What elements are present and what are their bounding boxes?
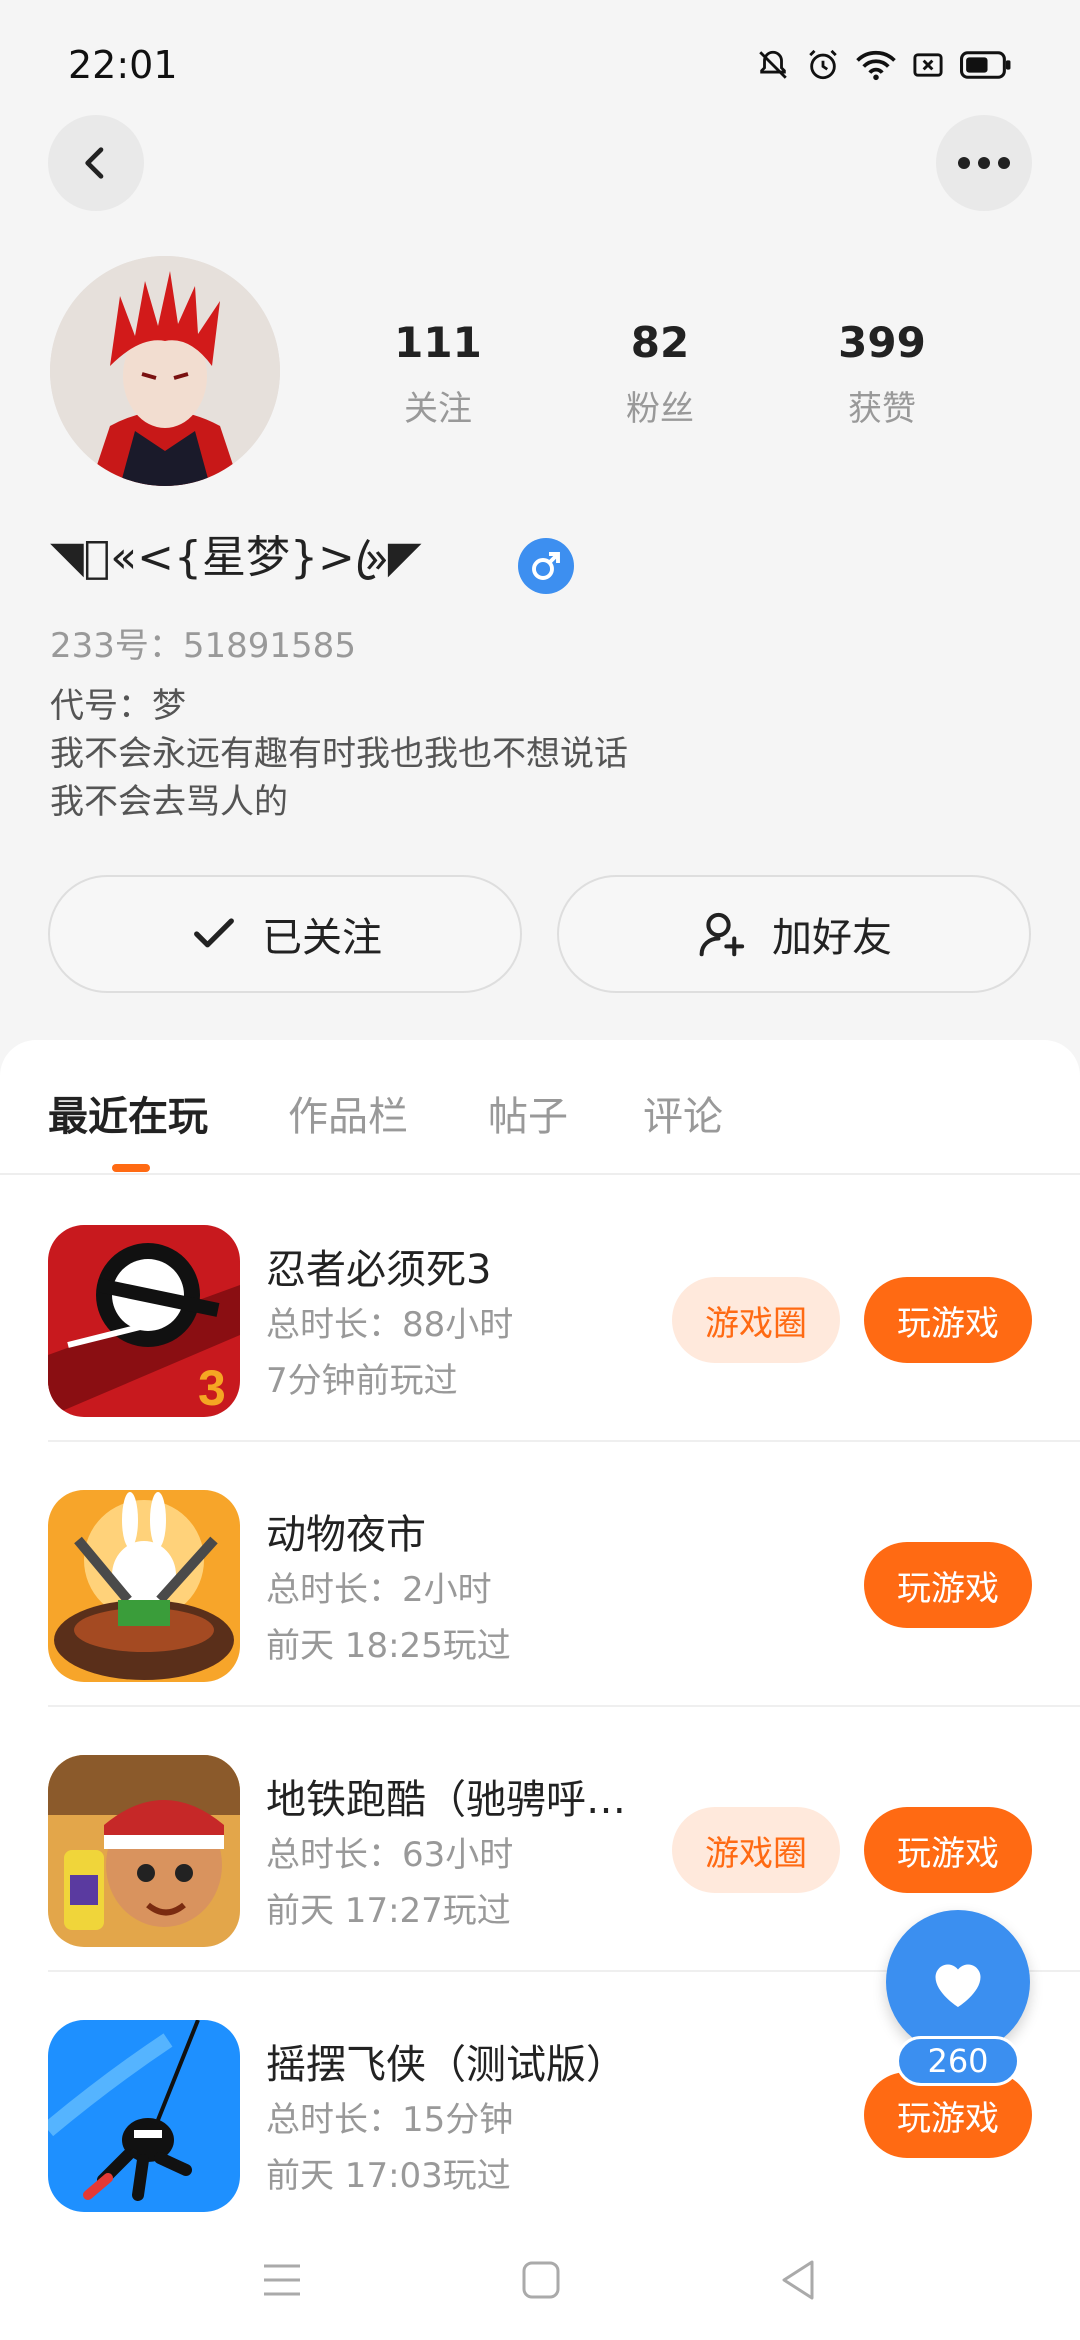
stat-likes-label: 获赞 bbox=[848, 389, 916, 429]
more-dots-icon bbox=[958, 157, 1010, 169]
chevron-left-icon bbox=[85, 147, 104, 179]
stat-fans[interactable]: 82 粉丝 bbox=[570, 318, 750, 430]
game-duration: 总时长：63小时 bbox=[266, 1835, 514, 1875]
account-id: 233号：51891585 bbox=[50, 626, 356, 666]
status-icons bbox=[756, 48, 1012, 82]
bio-line: 我不会永远有趣有时我也我也不想说话 bbox=[50, 734, 628, 774]
tab-indicator bbox=[112, 1164, 150, 1172]
game-last-played: 7分钟前玩过 bbox=[266, 1361, 458, 1401]
add-friend-button-label: 加好友 bbox=[772, 915, 892, 961]
status-time: 22:01 bbox=[68, 43, 178, 87]
stat-following[interactable]: 111 关注 bbox=[348, 318, 528, 430]
play-game-button[interactable]: 玩游戏 bbox=[864, 1277, 1032, 1363]
gender-male-icon bbox=[518, 538, 574, 594]
stat-following-label: 关注 bbox=[404, 389, 472, 429]
game-duration: 总时长：88小时 bbox=[266, 1305, 514, 1345]
stat-fans-count: 82 bbox=[630, 318, 690, 367]
tab-posts[interactable]: 帖子 bbox=[488, 1084, 568, 1142]
game-icon-ninja[interactable]: 3 bbox=[48, 1225, 240, 1417]
game-circle-button[interactable]: 游戏圈 bbox=[672, 1277, 840, 1363]
system-nav-bar bbox=[0, 2225, 1080, 2340]
back-triangle-icon bbox=[782, 2260, 814, 2300]
nav-menu-button[interactable] bbox=[252, 2250, 312, 2310]
like-button[interactable] bbox=[886, 1910, 1030, 2054]
game-last-played: 前天 18:25玩过 bbox=[266, 1626, 511, 1666]
menu-icon bbox=[264, 2264, 300, 2296]
game-last-played: 前天 17:03玩过 bbox=[266, 2156, 511, 2196]
play-game-button[interactable]: 玩游戏 bbox=[864, 1542, 1032, 1628]
tab-works[interactable]: 作品栏 bbox=[288, 1084, 408, 1142]
stat-likes-count: 399 bbox=[838, 318, 926, 367]
bell-off-icon bbox=[759, 50, 787, 79]
add-friend-button[interactable]: 加好友 bbox=[557, 875, 1031, 993]
game-title: 地铁跑酷（驰骋呼… bbox=[266, 1777, 626, 1823]
stat-following-count: 111 bbox=[394, 318, 482, 367]
game-duration: 总时长：2小时 bbox=[266, 1570, 492, 1610]
game-last-played: 前天 17:27玩过 bbox=[266, 1891, 511, 1931]
play-game-button[interactable]: 玩游戏 bbox=[864, 1807, 1032, 1893]
nav-home-button[interactable] bbox=[511, 2250, 571, 2310]
bio-line: 代号：梦 bbox=[50, 686, 186, 726]
game-row[interactable]: 3 忍者必须死3 总时长：88小时 7分钟前玩过 游戏圈 玩游戏 bbox=[0, 1177, 1080, 1442]
like-count-badge: 260 bbox=[896, 2036, 1020, 2086]
nickname: ◥ꦿ«<{星梦}>»ꦿ◤ bbox=[50, 532, 422, 583]
alarm-icon bbox=[809, 49, 837, 80]
game-icon-swing-hero[interactable] bbox=[48, 2020, 240, 2212]
nav-back-button[interactable] bbox=[768, 2250, 828, 2310]
bio-line: 我不会去骂人的 bbox=[50, 782, 288, 822]
battery-icon bbox=[960, 51, 1011, 79]
followed-button-label: 已关注 bbox=[262, 915, 382, 961]
sim-x-icon bbox=[913, 53, 943, 77]
followed-button[interactable]: 已关注 bbox=[48, 875, 522, 993]
profile-tabs: 最近在玩 作品栏 帖子 评论 bbox=[0, 1040, 1080, 1175]
back-button[interactable] bbox=[48, 115, 144, 211]
game-title: 动物夜市 bbox=[266, 1512, 426, 1558]
stat-fans-label: 粉丝 bbox=[626, 389, 694, 429]
game-icon-subway-surfers[interactable] bbox=[48, 1755, 240, 1947]
game-duration: 总时长：15分钟 bbox=[266, 2100, 514, 2140]
game-row[interactable]: 动物夜市 总时长：2小时 前天 18:25玩过 玩游戏 bbox=[0, 1442, 1080, 1707]
avatar[interactable] bbox=[50, 256, 280, 486]
stat-likes[interactable]: 399 获赞 bbox=[792, 318, 972, 430]
game-circle-button[interactable]: 游戏圈 bbox=[672, 1807, 840, 1893]
status-bar: 22:01 bbox=[0, 0, 1080, 130]
add-user-icon bbox=[699, 912, 745, 957]
tab-comments[interactable]: 评论 bbox=[643, 1084, 723, 1142]
bio: 代号：梦 我不会永远有趣有时我也我也不想说话 我不会去骂人的 bbox=[50, 682, 628, 826]
heart-icon bbox=[935, 1964, 981, 2007]
game-icon-animal-night-market[interactable] bbox=[48, 1490, 240, 1682]
more-button[interactable] bbox=[936, 115, 1032, 211]
game-title: 忍者必须死3 bbox=[266, 1247, 492, 1293]
wifi-icon bbox=[856, 50, 896, 81]
tab-recently-played[interactable]: 最近在玩 bbox=[48, 1084, 208, 1142]
check-icon bbox=[194, 918, 234, 948]
svg-text:3: 3 bbox=[198, 1360, 226, 1416]
home-square-icon bbox=[522, 2261, 560, 2299]
game-title: 摇摆飞侠（测试版） bbox=[266, 2042, 626, 2088]
